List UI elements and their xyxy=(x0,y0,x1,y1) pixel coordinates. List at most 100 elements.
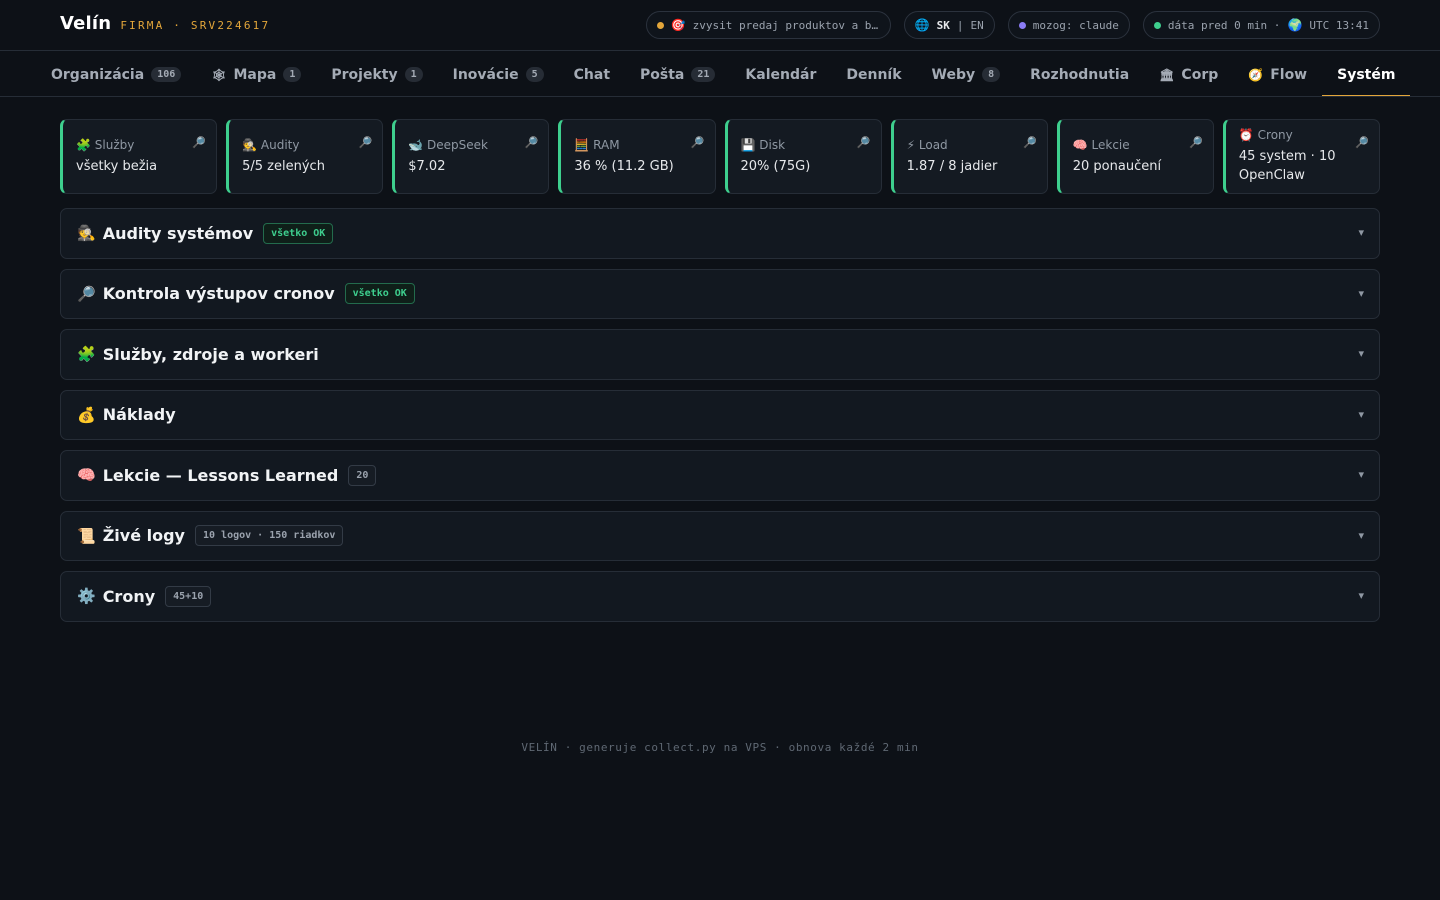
chevron-down-icon[interactable]: ▾ xyxy=(1358,226,1364,239)
stat-card-label: 🐋 DeepSeek xyxy=(408,138,518,152)
stat-card-title: DeepSeek xyxy=(427,137,488,152)
magnifier-icon[interactable]: 🔎 xyxy=(359,136,373,149)
chevron-down-icon[interactable]: ▾ xyxy=(1358,468,1364,481)
language-switcher[interactable]: 🌐 SK | EN xyxy=(903,11,995,39)
stat-card-ram[interactable]: 🧮 RAM 36 % (11.2 GB) 🔎 xyxy=(558,119,716,194)
brand-subtitle: FIRMA · SRV224617 xyxy=(120,19,271,32)
tab-kalendar[interactable]: Kalendár xyxy=(730,52,831,96)
stat-cards: 🧩 Služby všetky bežia 🔎 🕵 Audity 5/5 zelenýc… xyxy=(60,119,1380,194)
magnifier-icon[interactable]: 🔎 xyxy=(1189,136,1203,149)
section-zive-logy[interactable]: 📜 Živé logy 10 logov · 150 riadkov ▾ xyxy=(60,510,1380,561)
stat-card-value: 45 system · 10 OpenClaw xyxy=(1238,149,1336,183)
section-title: Lekcie — Lessons Learned xyxy=(102,465,339,485)
chevron-down-icon[interactable]: ▾ xyxy=(1358,408,1364,421)
stat-card-label: 🧮 RAM xyxy=(574,138,684,152)
stat-card-title: Disk xyxy=(759,137,786,152)
tab-corp[interactable]: 🏛 Corp xyxy=(1144,52,1233,96)
chevron-down-icon[interactable]: ▾ xyxy=(1358,589,1364,602)
section-icon: 🔎 xyxy=(77,284,96,303)
chevron-down-icon[interactable]: ▾ xyxy=(1358,347,1364,360)
section-title: Náklady xyxy=(102,405,176,425)
section-lekcie-lessons-learned[interactable]: 🧠 Lekcie — Lessons Learned 20 ▾ xyxy=(60,450,1380,501)
lang-sk[interactable]: SK xyxy=(937,19,950,32)
stat-card-load[interactable]: ⚡ Load 1.87 / 8 jadier 🔎 xyxy=(890,119,1048,194)
stat-card-icon: 🧩 xyxy=(76,137,91,152)
stat-card-value: všetky bežia xyxy=(76,158,158,174)
tab-organizacia[interactable]: Organizácia 106 xyxy=(36,52,196,96)
section-badge: všetko OK xyxy=(263,222,334,244)
magnifier-icon[interactable]: 🔎 xyxy=(192,136,206,149)
goal-dot-icon xyxy=(656,21,664,29)
target-icon: 🎯 xyxy=(670,18,686,32)
section-icon: 🕵 xyxy=(77,224,96,243)
section-kontrola-vystupov-cronov[interactable]: 🔎 Kontrola výstupov cronov všetko OK ▾ xyxy=(60,268,1380,319)
goal-pill[interactable]: 🎯 zvysit predaj produktov a by… xyxy=(645,11,891,39)
chevron-down-icon[interactable]: ▾ xyxy=(1358,529,1364,542)
stat-card-title: Služby xyxy=(94,137,135,152)
data-age-text: dáta pred 0 min · xyxy=(1167,18,1281,32)
brand[interactable]: Velín FIRMA · SRV224617 xyxy=(60,13,270,34)
goal-text: zvysit predaj produktov a by… xyxy=(692,18,880,32)
tab-mapa[interactable]: 🕸 Mapa 1 xyxy=(196,52,316,96)
tab-projekty[interactable]: Projekty 1 xyxy=(316,52,437,96)
stat-card-value: 5/5 zelených xyxy=(242,158,325,174)
section-naklady[interactable]: 💰 Náklady ▾ xyxy=(60,389,1380,440)
tab-count-badge: 5 xyxy=(525,67,544,82)
tab-inovacie[interactable]: Inovácie 5 xyxy=(438,52,559,96)
magnifier-icon[interactable]: 🔎 xyxy=(1023,136,1037,149)
tab-label: Corp xyxy=(1181,66,1219,83)
stat-card-value: 20 ponaučení xyxy=(1072,158,1162,174)
tab-label: Organizácia xyxy=(51,66,145,83)
section-icon: 📜 xyxy=(77,526,96,545)
stat-card-label: ⏰ Crony xyxy=(1239,128,1349,142)
brain-model-pill[interactable]: mozog: claude xyxy=(1007,11,1130,39)
stat-card-sluzby[interactable]: 🧩 Služby všetky bežia 🔎 xyxy=(60,119,218,194)
magnifier-icon[interactable]: 🔎 xyxy=(691,136,705,149)
section-title: Audity systémov xyxy=(102,223,254,243)
tab-weby[interactable]: Weby 8 xyxy=(917,52,1016,96)
stat-card-label: 🕵 Audity xyxy=(242,138,352,152)
stat-card-icon: 🧠 xyxy=(1072,137,1088,152)
brain-dot-icon xyxy=(1018,21,1026,29)
section-icon: 💰 xyxy=(77,405,96,424)
tab-chat[interactable]: Chat xyxy=(559,52,625,96)
section-icon: 🧩 xyxy=(77,345,96,364)
stat-card-audity[interactable]: 🕵 Audity 5/5 zelených 🔎 xyxy=(226,119,384,194)
stat-card-icon: 🧮 xyxy=(574,137,590,152)
stat-card-deepseek[interactable]: 🐋 DeepSeek $7.02 🔎 xyxy=(392,119,550,194)
magnifier-icon[interactable]: 🔎 xyxy=(857,136,871,149)
tab-count-badge: 1 xyxy=(283,67,302,82)
stat-card-value: $7.02 xyxy=(408,158,446,174)
stat-card-icon: 🐋 xyxy=(408,137,424,152)
accordion-sections: 🕵 Audity systémov všetko OK ▾ 🔎 Kontrola výst… xyxy=(60,208,1380,622)
tab-rozhodnutia[interactable]: Rozhodnutia xyxy=(1015,52,1144,96)
brand-name[interactable]: Velín xyxy=(60,13,111,34)
tab-label: Weby xyxy=(931,66,976,83)
lang-en[interactable]: EN xyxy=(971,19,984,32)
magnifier-icon[interactable]: 🔎 xyxy=(525,136,539,149)
tab-flow[interactable]: 🧭 Flow xyxy=(1233,52,1322,96)
section-title: Crony xyxy=(102,586,156,606)
tab-posta[interactable]: Pošta 21 xyxy=(625,52,730,96)
section-sluzby-zdroje-a-workeri[interactable]: 🧩 Služby, zdroje a workeri ▾ xyxy=(60,329,1380,380)
stat-card-lekcie[interactable]: 🧠 Lekcie 20 ponaučení 🔎 xyxy=(1056,119,1214,194)
main-nav: Organizácia 106 🕸 Mapa 1 Projekty 1 Inovácie 5 Ch… xyxy=(0,52,1440,97)
stat-card-value: 20% (75G) xyxy=(740,158,811,174)
section-audity-systemov[interactable]: 🕵 Audity systémov všetko OK ▾ xyxy=(60,208,1380,259)
tab-icon: 🕸 xyxy=(211,67,227,82)
tab-dennik[interactable]: Denník xyxy=(831,52,916,96)
stat-card-label: 💾 Disk xyxy=(741,138,851,152)
stat-card-label: ⚡ Load xyxy=(907,138,1017,152)
tab-label: Denník xyxy=(846,66,902,83)
chevron-down-icon[interactable]: ▾ xyxy=(1358,287,1364,300)
tab-label: Projekty xyxy=(331,66,398,83)
stat-card-icon: 🕵 xyxy=(242,137,258,152)
stat-card-disk[interactable]: 💾 Disk 20% (75G) 🔎 xyxy=(724,119,882,194)
stat-card-crony[interactable]: ⏰ Crony 45 system · 10 OpenClaw 🔎 xyxy=(1222,119,1380,194)
section-badge: 20 xyxy=(348,464,377,486)
tab-label: Flow xyxy=(1270,66,1308,83)
section-crony[interactable]: ⚙️ Crony 45+10 ▾ xyxy=(60,571,1380,622)
magnifier-icon[interactable]: 🔎 xyxy=(1355,136,1369,149)
tab-system[interactable]: Systém xyxy=(1322,52,1411,96)
tab-icon: 🏛 xyxy=(1159,67,1175,82)
